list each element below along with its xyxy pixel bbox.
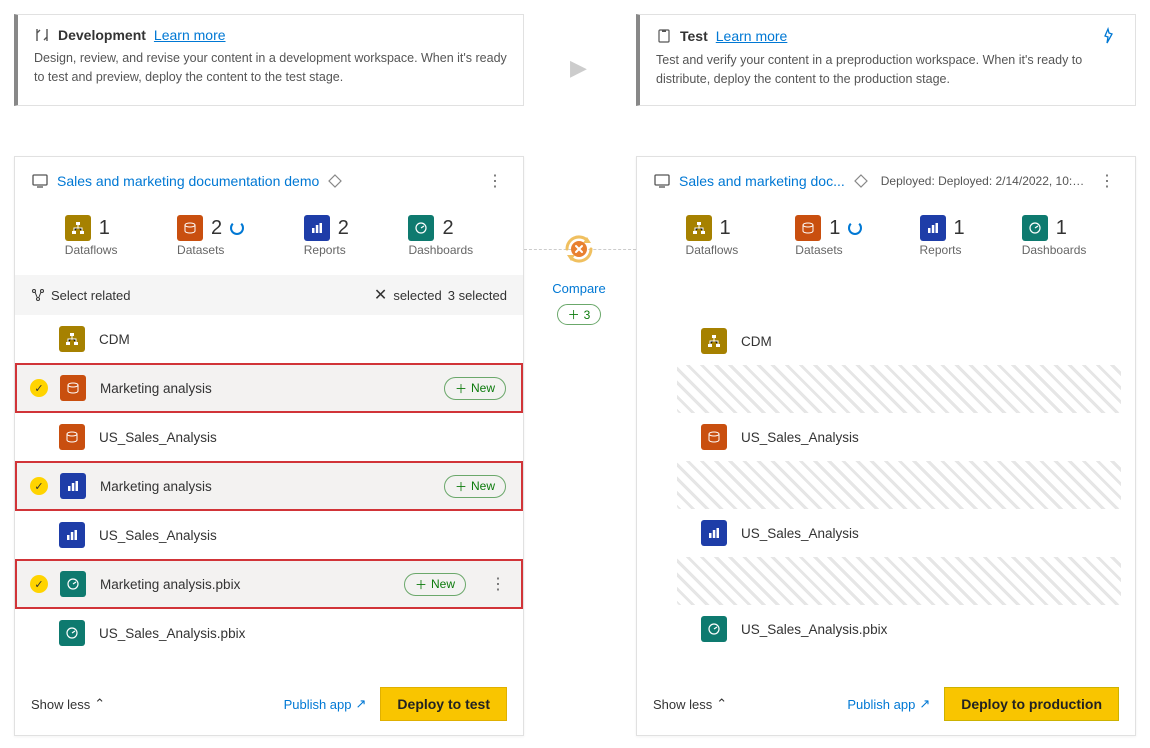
- learn-more-link[interactable]: Learn more: [154, 27, 226, 43]
- external-link-icon: ↗: [919, 696, 930, 712]
- show-less-button[interactable]: Show less⌃: [31, 696, 105, 712]
- dataset-icon: [60, 375, 86, 401]
- dashboards-count[interactable]: 2 Dashboards: [408, 215, 473, 257]
- dataset-icon: [795, 215, 821, 241]
- test-stage-card: Test Learn more Test and verify your con…: [636, 14, 1136, 106]
- list-item[interactable]: US_Sales_Analysis: [637, 509, 1135, 557]
- dataflow-icon: [59, 326, 85, 352]
- compare-link[interactable]: Compare: [552, 281, 605, 296]
- content-counts: 1 Dataflows 2 Datasets 2 Reports 2 Dashb…: [15, 205, 523, 275]
- panel-footer: Show less⌃ Publish app↗ Deploy to produc…: [637, 673, 1135, 735]
- list-item[interactable]: US_Sales_Analysis: [15, 511, 523, 559]
- checkmark-icon: ✓: [30, 477, 48, 495]
- close-icon: ✕: [374, 285, 387, 305]
- compare-sync-icon[interactable]: [555, 225, 603, 273]
- learn-more-link[interactable]: Learn more: [716, 28, 788, 44]
- dataset-icon: [59, 424, 85, 450]
- reports-count[interactable]: 1 Reports: [920, 215, 965, 257]
- list-item[interactable]: CDM: [15, 315, 523, 363]
- new-badge: ＋New: [444, 377, 506, 400]
- development-stage-card: Development Learn more Design, review, a…: [14, 14, 524, 106]
- select-related-button[interactable]: Select related: [31, 288, 131, 303]
- workspace-title-link[interactable]: Sales and marketing documentation demo: [57, 173, 319, 189]
- workspace-icon: [31, 172, 49, 190]
- missing-item-placeholder: [677, 365, 1121, 413]
- report-icon: [701, 520, 727, 546]
- deploy-to-test-button[interactable]: Deploy to test: [380, 687, 507, 721]
- show-less-button[interactable]: Show less⌃: [653, 696, 727, 712]
- deployed-timestamp: Deployed: Deployed: 2/14/2022, 10:11:37 …: [881, 174, 1087, 188]
- settings-icon: [34, 27, 50, 43]
- clear-selection-button[interactable]: ✕ selected3 selected: [374, 285, 507, 305]
- content-list: CDM US_Sales_Analysis US_Sales_Analysis …: [637, 317, 1135, 653]
- list-item[interactable]: US_Sales_Analysis.pbix: [15, 609, 523, 657]
- stage-title: Development: [58, 27, 146, 43]
- datasets-count[interactable]: 1 Datasets: [795, 215, 862, 257]
- dashboards-count[interactable]: 1 Dashboards: [1022, 215, 1087, 257]
- diamond-icon: [327, 173, 343, 189]
- checkmark-icon: ✓: [30, 379, 48, 397]
- dashboard-icon: [60, 571, 86, 597]
- panel-footer: Show less⌃ Publish app↗ Deploy to test: [15, 673, 523, 735]
- deploy-to-production-button[interactable]: Deploy to production: [944, 687, 1119, 721]
- dataflows-count[interactable]: 1 Dataflows: [686, 215, 739, 257]
- clipboard-icon: [656, 28, 672, 44]
- publish-app-link[interactable]: Publish app↗: [847, 696, 930, 712]
- list-item[interactable]: ✓ Marketing analysis ＋New: [16, 364, 522, 412]
- dataflow-icon: [701, 328, 727, 354]
- datasets-count[interactable]: 2 Datasets: [177, 215, 244, 257]
- compare-block: Compare ＋3: [535, 225, 623, 325]
- report-icon: [304, 215, 330, 241]
- panel-header: Sales and marketing doc... Deployed: Dep…: [637, 157, 1135, 205]
- test-workspace-panel: Sales and marketing doc... Deployed: Dep…: [636, 156, 1136, 736]
- publish-app-link[interactable]: Publish app↗: [284, 696, 367, 712]
- list-item[interactable]: ✓ Marketing analysis ＋New: [16, 462, 522, 510]
- rules-icon[interactable]: [1101, 27, 1119, 45]
- dataset-icon: [177, 215, 203, 241]
- checkmark-icon: ✓: [30, 575, 48, 593]
- new-badge: ＋New: [444, 475, 506, 498]
- refresh-icon: [230, 221, 244, 235]
- list-item[interactable]: US_Sales_Analysis: [637, 413, 1135, 461]
- item-more-button[interactable]: ⋮: [490, 574, 506, 594]
- report-icon: [920, 215, 946, 241]
- dataflow-icon: [65, 215, 91, 241]
- new-badge: ＋New: [404, 573, 466, 596]
- content-counts: 1 Dataflows 1 Datasets 1 Reports 1 Dashb…: [637, 205, 1135, 275]
- chevron-up-icon: ⌃: [716, 696, 727, 712]
- dataset-icon: [701, 424, 727, 450]
- external-link-icon: ↗: [356, 696, 367, 712]
- report-icon: [59, 522, 85, 548]
- stage-title: Test: [680, 28, 708, 44]
- dashboard-icon: [1022, 215, 1048, 241]
- list-item[interactable]: CDM: [637, 317, 1135, 365]
- list-item[interactable]: US_Sales_Analysis.pbix: [637, 605, 1135, 653]
- dashboard-icon: [408, 215, 434, 241]
- selection-toolbar: Select related ✕ selected3 selected: [15, 275, 523, 315]
- development-workspace-panel: Sales and marketing documentation demo ⋮…: [14, 156, 524, 736]
- list-item[interactable]: ✓ Marketing analysis.pbix ＋New ⋮: [16, 560, 522, 608]
- workspace-title-link[interactable]: Sales and marketing doc...: [679, 173, 845, 189]
- diamond-icon: [853, 173, 869, 189]
- dashboard-icon: [59, 620, 85, 646]
- dataflow-icon: [686, 215, 712, 241]
- stage-description: Design, review, and revise your content …: [34, 49, 507, 87]
- chevron-up-icon: ⌃: [94, 696, 105, 712]
- panel-header: Sales and marketing documentation demo ⋮: [15, 157, 523, 205]
- dataflows-count[interactable]: 1 Dataflows: [65, 215, 118, 257]
- more-options-button[interactable]: ⋮: [1095, 171, 1119, 191]
- workspace-icon: [653, 172, 671, 190]
- arrow-right-icon: ▶: [570, 55, 587, 81]
- dashboard-icon: [701, 616, 727, 642]
- refresh-icon: [848, 221, 862, 235]
- diff-count-badge: ＋3: [557, 304, 602, 325]
- missing-item-placeholder: [677, 557, 1121, 605]
- content-list: CDM ✓ Marketing analysis ＋New US_Sales_A…: [15, 315, 523, 657]
- report-icon: [60, 473, 86, 499]
- reports-count[interactable]: 2 Reports: [304, 215, 349, 257]
- stage-description: Test and verify your content in a prepro…: [656, 51, 1119, 89]
- more-options-button[interactable]: ⋮: [483, 171, 507, 191]
- list-item[interactable]: US_Sales_Analysis: [15, 413, 523, 461]
- missing-item-placeholder: [677, 461, 1121, 509]
